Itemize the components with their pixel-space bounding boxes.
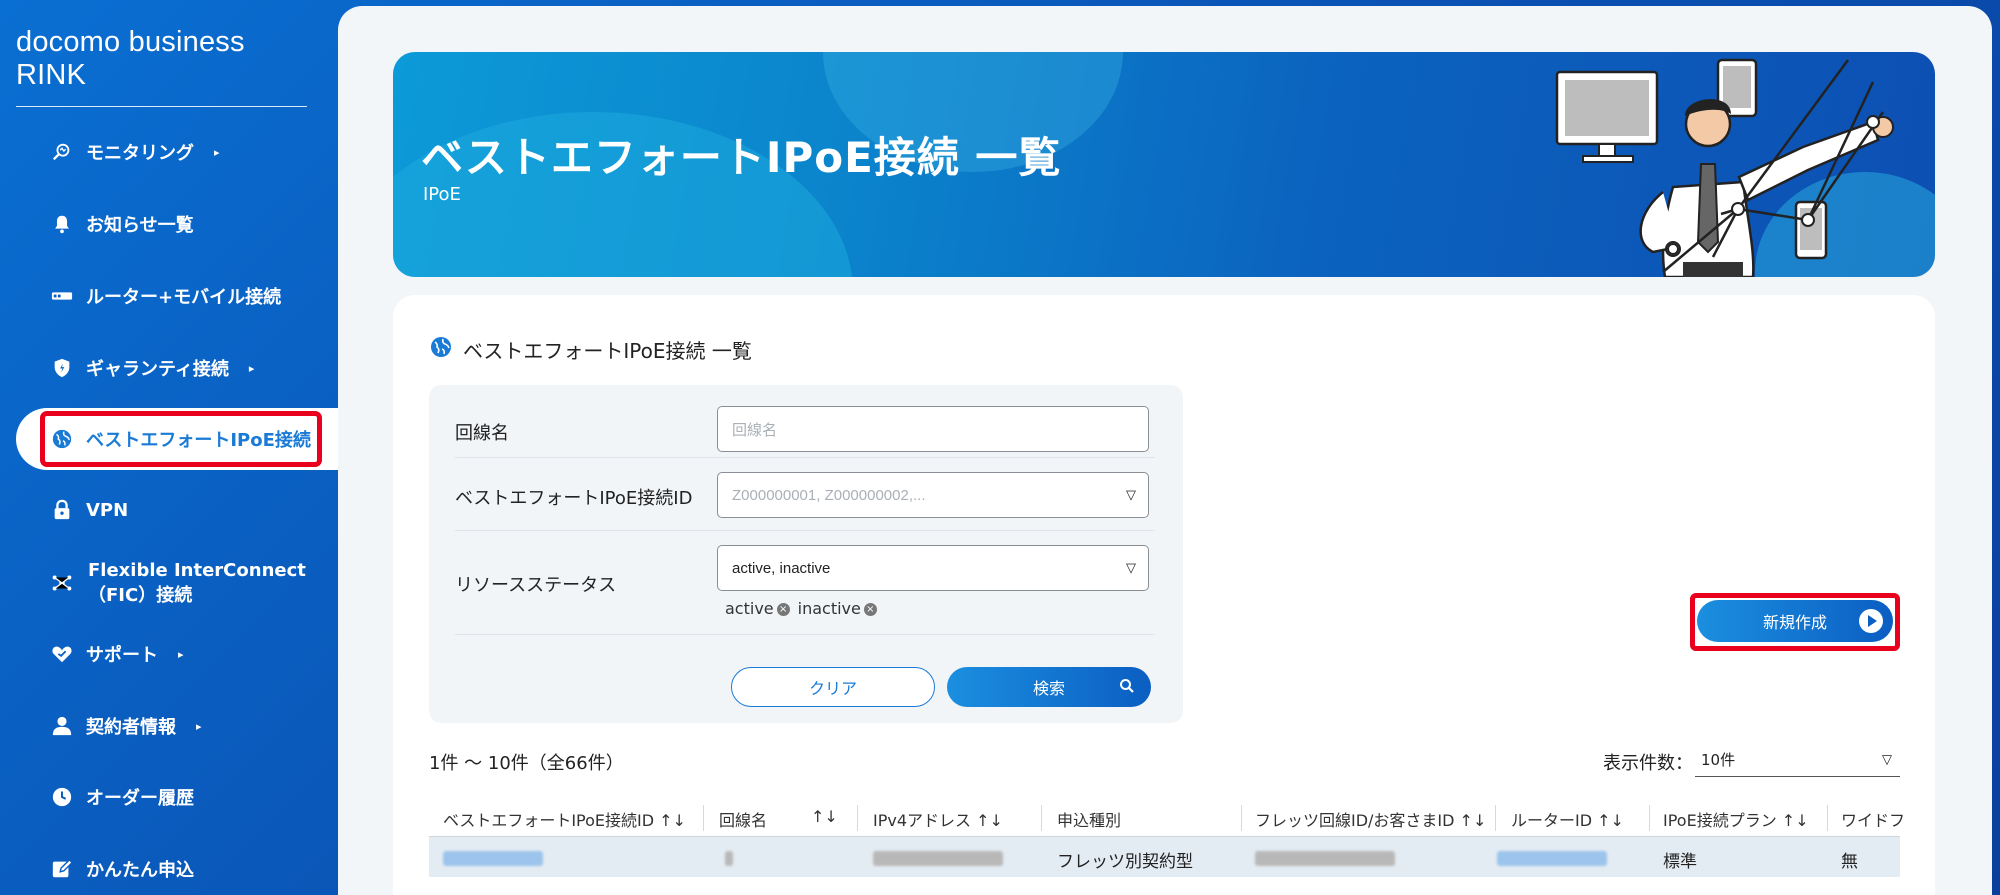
caret-right-icon: ▸ bbox=[178, 647, 184, 661]
column-header-flets-id[interactable]: フレッツ回線ID/お客さまID ↑↓ bbox=[1255, 807, 1486, 831]
dropdown-arrow-icon: ▽ bbox=[1126, 560, 1136, 575]
list-card: ベストエフォートIPoE接続 一覧 回線名 回線名 ベストエフォートIPoE接続… bbox=[393, 295, 1935, 895]
search-filter-panel: 回線名 回線名 ベストエフォートIPoE接続ID Z000000001, Z00… bbox=[429, 385, 1183, 723]
edit-icon bbox=[50, 857, 74, 881]
banner-illustration bbox=[1555, 58, 1894, 277]
filter-row-line-name: 回線名 回線名 bbox=[455, 401, 1155, 458]
sort-icon[interactable]: ↑↓ bbox=[811, 807, 838, 826]
sidebar-item-label: Flexible InterConnect （FIC）接続 bbox=[88, 560, 306, 606]
search-button[interactable]: 検索 bbox=[947, 667, 1151, 707]
plan-cell: 標準 bbox=[1663, 852, 1697, 872]
dropdown-arrow-icon: ▽ bbox=[1126, 487, 1136, 502]
remove-chip-icon[interactable]: × bbox=[863, 603, 877, 616]
sidebar-item-fic[interactable]: Flexible InterConnect （FIC）接続 bbox=[50, 558, 306, 608]
redacted-router-id[interactable] bbox=[1497, 851, 1607, 866]
apply-type-cell: フレッツ別契約型 bbox=[1057, 852, 1193, 872]
column-header-ipoe-id[interactable]: ベストエフォートIPoE接続ID ↑↓ bbox=[443, 807, 686, 831]
filter-row-ipoe-id: ベストエフォートIPoE接続ID Z000000001, Z000000002,… bbox=[455, 458, 1155, 531]
table-row[interactable]: フレッツ別契約型 標準 無 bbox=[429, 837, 1900, 877]
column-header-line-name[interactable]: 回線名 bbox=[719, 807, 767, 831]
ipoe-id-label: ベストエフォートIPoE接続ID bbox=[455, 488, 693, 509]
highlight-box-sidebar bbox=[40, 411, 322, 467]
per-page-label: 表示件数： bbox=[1603, 753, 1693, 774]
ipoe-id-select[interactable]: Z000000001, Z000000002,... ▽ bbox=[717, 472, 1149, 518]
sidebar-item-monitoring[interactable]: モニタリング ▸ bbox=[50, 132, 220, 172]
redacted-flets-id bbox=[1255, 851, 1395, 866]
sidebar-item-order-history[interactable]: オーダー履歴 bbox=[50, 777, 194, 817]
page-subtitle: IPoE bbox=[423, 184, 461, 205]
card-title: ベストエフォートIPoE接続 一覧 bbox=[429, 335, 752, 364]
router-icon bbox=[50, 284, 74, 308]
filter-row-status: リソースステータス active, inactive ▽ active × ina… bbox=[455, 531, 1155, 635]
sidebar-item-label: 契約者情報 bbox=[86, 717, 176, 738]
sidebar: docomo business RINK モニタリング ▸ お知らせ一覧 ルータ… bbox=[0, 0, 346, 895]
sidebar-item-label: かんたん申込 bbox=[86, 860, 194, 881]
status-chip[interactable]: inactive × bbox=[798, 599, 877, 618]
sidebar-item-label: VPN bbox=[86, 499, 129, 521]
clock-icon bbox=[50, 785, 74, 809]
brand-logo: docomo business RINK bbox=[16, 26, 307, 107]
sidebar-item-guarantee[interactable]: ギャランティ接続 ▸ bbox=[50, 348, 254, 388]
line-name-input[interactable]: 回線名 bbox=[717, 406, 1149, 452]
globe-icon bbox=[429, 335, 453, 364]
result-count: 1件 ～ 10件（全66件） bbox=[429, 753, 624, 774]
sidebar-item-vpn[interactable]: VPN bbox=[50, 490, 128, 530]
column-header-apply-type: 申込種別 bbox=[1057, 811, 1122, 830]
sidebar-item-router-mobile[interactable]: ルーター+モバイル接続 bbox=[50, 276, 281, 316]
card-title-text: ベストエフォートIPoE接続 一覧 bbox=[463, 339, 752, 363]
column-header-router-id[interactable]: ルーターID ↑↓ bbox=[1511, 807, 1624, 831]
page-banner: ベストエフォートIPoE接続 一覧 IPoE bbox=[393, 52, 1935, 277]
shield-icon bbox=[50, 356, 74, 380]
column-header-ipoe-plan[interactable]: IPoE接続プラン ↑↓ bbox=[1663, 807, 1809, 831]
user-icon bbox=[50, 714, 74, 738]
page-title: ベストエフォートIPoE接続 一覧 bbox=[421, 133, 1062, 182]
table-header-row: ベストエフォートIPoE接続ID ↑↓ 回線名 ↑↓ IPv4アドレス ↑↓ 申… bbox=[429, 797, 1905, 837]
status-chip[interactable]: active × bbox=[725, 599, 790, 618]
sidebar-item-easy-apply[interactable]: かんたん申込 bbox=[50, 849, 194, 889]
column-header-ipv4[interactable]: IPv4アドレス ↑↓ bbox=[873, 807, 1003, 831]
redacted-id[interactable] bbox=[443, 851, 543, 866]
sidebar-item-contractor[interactable]: 契約者情報 ▸ bbox=[50, 706, 202, 746]
main-panel: ベストエフォートIPoE接続 一覧 IPoE ベストエフォートIPoE接続 一覧… bbox=[338, 6, 1992, 895]
sidebar-item-label: ルーター+モバイル接続 bbox=[86, 287, 282, 308]
per-page-select[interactable]: 10件 ▽ bbox=[1695, 743, 1900, 777]
sidebar-item-label: お知らせ一覧 bbox=[86, 215, 194, 236]
monitoring-icon bbox=[50, 140, 74, 164]
sidebar-item-label: モニタリング bbox=[86, 143, 194, 164]
sidebar-item-label: ギャランティ接続 bbox=[86, 359, 229, 380]
network-icon bbox=[50, 571, 74, 595]
column-header-wide: ワイドフ bbox=[1841, 811, 1906, 830]
dropdown-arrow-icon: ▽ bbox=[1882, 752, 1892, 767]
sidebar-item-notices[interactable]: お知らせ一覧 bbox=[50, 204, 194, 244]
highlight-box-new-button bbox=[1690, 593, 1900, 651]
lock-icon bbox=[50, 498, 74, 522]
caret-right-icon: ▸ bbox=[214, 145, 220, 159]
sidebar-item-support[interactable]: サポート ▸ bbox=[50, 634, 184, 674]
status-chips: active × inactive × bbox=[725, 599, 877, 618]
search-icon bbox=[1120, 679, 1134, 693]
remove-chip-icon[interactable]: × bbox=[776, 603, 790, 616]
sidebar-item-label: オーダー履歴 bbox=[86, 788, 194, 809]
bell-icon bbox=[50, 212, 74, 236]
redacted-ipv4 bbox=[873, 851, 1003, 866]
line-name-label: 回線名 bbox=[455, 423, 509, 444]
support-icon bbox=[50, 642, 74, 666]
wide-cell: 無 bbox=[1841, 852, 1858, 872]
sidebar-item-label: サポート bbox=[86, 645, 158, 666]
redacted-line-name bbox=[725, 851, 733, 866]
clear-button[interactable]: クリア bbox=[731, 667, 935, 707]
status-label: リソースステータス bbox=[455, 575, 617, 596]
status-select[interactable]: active, inactive ▽ bbox=[717, 545, 1149, 591]
caret-right-icon: ▸ bbox=[196, 719, 202, 733]
caret-right-icon: ▸ bbox=[248, 361, 255, 375]
